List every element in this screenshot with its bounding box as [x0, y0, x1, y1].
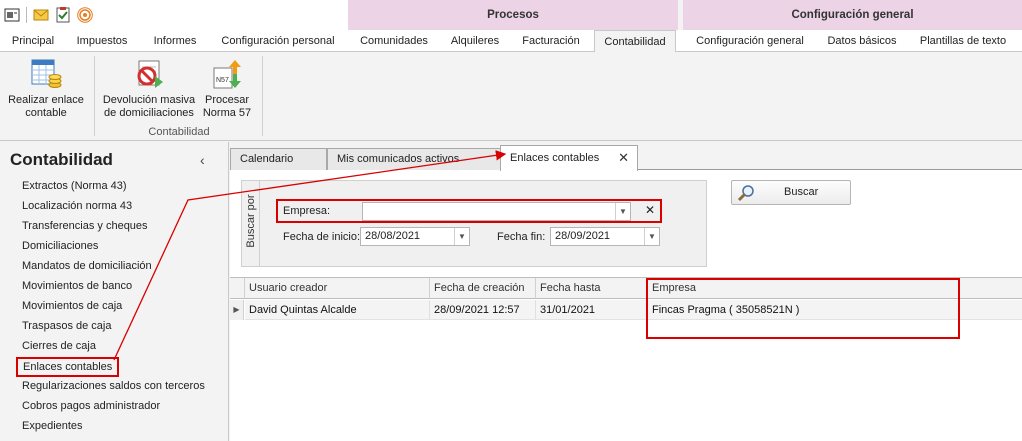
devolucion-masiva-button[interactable]: Devolución masiva de domiciliaciones	[100, 58, 198, 120]
devolucion-label-line2: de domiciliaciones	[104, 107, 194, 119]
column-header-fecha-hasta[interactable]: Fecha hasta	[536, 278, 648, 299]
buscar-button-label: Buscar	[784, 186, 819, 198]
nav-item-domiciliaciones[interactable]: Domiciliaciones	[22, 239, 98, 253]
ribbon-group-label: Contabilidad	[148, 126, 210, 138]
realizar-enlace-contable-button[interactable]: Realizar enlace contable	[4, 58, 88, 120]
empresa-column-highlight-box	[646, 278, 960, 339]
nav-title: Contabilidad	[10, 150, 113, 169]
nav-item-regularizaciones[interactable]: Regularizaciones saldos con terceros	[22, 379, 205, 393]
checklist-icon[interactable]	[55, 7, 71, 23]
group-band-configuracion: Configuración general	[683, 0, 1022, 30]
tab-configuracion-general[interactable]: Configuración general	[691, 30, 809, 52]
cell-fecha-hasta[interactable]: 31/01/2021	[536, 300, 648, 320]
n57-arrows-icon: N57	[211, 58, 243, 90]
cell-usuario[interactable]: David Quintas Alcalde	[245, 300, 430, 320]
mail-icon[interactable]	[33, 7, 49, 23]
column-header-usuario[interactable]: Usuario creador	[245, 278, 430, 299]
close-icon[interactable]: ✕	[618, 146, 629, 170]
doc-tab-calendario[interactable]: Calendario	[230, 148, 327, 170]
document-area: Calendario Mis comunicados activos Enlac…	[230, 142, 1022, 441]
realizar-enlace-label-line1: Realizar enlace	[8, 94, 84, 106]
nav-item-cobros-pagos[interactable]: Cobros pagos administrador	[22, 399, 160, 413]
ribbon-divider	[94, 56, 95, 136]
nav-item-cierres-caja[interactable]: Cierres de caja	[22, 339, 96, 353]
tab-impuestos[interactable]: Impuestos	[70, 30, 134, 52]
toolbar-separator	[26, 7, 27, 23]
devolucion-label-line1: Devolución masiva	[102, 94, 196, 106]
broadcast-icon[interactable]	[77, 7, 93, 23]
fecha-fin-date-picker[interactable]: 28/09/2021 ▼	[550, 227, 660, 246]
magnifier-icon	[737, 185, 754, 202]
doc-tab-enlaces-label: Enlaces contables	[510, 152, 600, 164]
nav-item-transferencias[interactable]: Transferencias y cheques	[22, 219, 148, 233]
nav-item-traspasos-caja[interactable]: Traspasos de caja	[22, 319, 111, 333]
fecha-inicio-value: 28/08/2021	[365, 230, 421, 242]
empresa-combo[interactable]: ▼	[362, 202, 631, 221]
fecha-inicio-label: Fecha de inicio:	[283, 231, 361, 243]
procesar-norma-57-button[interactable]: N57 Procesar Norma 57	[200, 58, 254, 120]
tab-configuracion-personal[interactable]: Configuración personal	[217, 30, 339, 52]
nav-item-mandatos[interactable]: Mandatos de domiciliación	[22, 259, 152, 273]
grid-corner	[230, 278, 245, 299]
procesar-label-line2: Norma 57	[202, 107, 252, 119]
tab-contabilidad[interactable]: Contabilidad	[594, 30, 676, 53]
ribbon-tab-row: Principal Impuestos Informes Configuraci…	[0, 30, 1022, 82]
column-header-fecha-creacion[interactable]: Fecha de creación	[430, 278, 536, 299]
n57-badge-text: N57	[216, 77, 229, 84]
nav-item-extractos[interactable]: Extractos (Norma 43)	[22, 179, 127, 193]
group-band-procesos: Procesos	[348, 0, 678, 30]
collapse-chevron-icon[interactable]: ‹	[200, 152, 205, 168]
ribbon-panel: Realizar enlace contable Devolución masi…	[0, 52, 1022, 141]
buscar-por-text: Buscar por	[245, 194, 257, 248]
search-panel: Buscar por Empresa: ▼ ✕ Fecha de inicio:…	[241, 180, 707, 267]
left-nav-panel: Contabilidad ‹ Extractos (Norma 43) Loca…	[0, 142, 229, 441]
nav-item-localizacion-norma-43[interactable]: Localización norma 43	[22, 199, 132, 213]
chevron-down-icon[interactable]: ▼	[454, 228, 469, 245]
realizar-enlace-label-line2: contable	[25, 107, 67, 119]
nav-item-enlaces-contables[interactable]: Enlaces contables	[16, 357, 120, 377]
row-indicator-icon[interactable]: ▶	[230, 300, 244, 320]
cell-fecha-creacion[interactable]: 28/09/2021 12:57	[430, 300, 536, 320]
nav-item-movimientos-banco[interactable]: Movimientos de banco	[22, 279, 132, 293]
tab-facturacion[interactable]: Facturación	[515, 30, 587, 52]
clear-empresa-icon[interactable]: ✕	[645, 203, 655, 217]
tab-datos-basicos[interactable]: Datos básicos	[822, 30, 902, 52]
no-entry-document-icon	[133, 58, 165, 90]
tab-comunidades[interactable]: Comunidades	[356, 30, 432, 52]
document-tab-strip: Calendario Mis comunicados activos Enlac…	[230, 142, 1022, 171]
procesar-label-line1: Procesar	[204, 94, 250, 106]
fecha-fin-label: Fecha fin:	[497, 231, 546, 243]
results-grid: Usuario creador Fecha de creación Fecha …	[230, 277, 1022, 441]
tab-informes[interactable]: Informes	[145, 30, 205, 52]
chevron-down-icon[interactable]: ▼	[615, 203, 630, 220]
tab-plantillas-de-texto[interactable]: Plantillas de texto	[912, 30, 1014, 52]
fecha-fin-value: 28/09/2021	[555, 230, 611, 242]
app-icon[interactable]	[4, 7, 20, 23]
empresa-label: Empresa:	[283, 205, 331, 217]
buscar-por-group-label: Buscar por	[242, 181, 260, 266]
fecha-inicio-date-picker[interactable]: 28/08/2021 ▼	[360, 227, 470, 246]
doc-tab-mis-comunicados[interactable]: Mis comunicados activos	[327, 148, 502, 170]
chevron-down-icon[interactable]: ▼	[644, 228, 659, 245]
spreadsheet-coins-icon	[30, 58, 62, 90]
doc-tab-enlaces-contables[interactable]: Enlaces contables ✕	[500, 145, 638, 171]
nav-item-expedientes[interactable]: Expedientes	[22, 419, 83, 433]
ribbon-divider	[262, 56, 263, 136]
tab-alquileres[interactable]: Alquileres	[444, 30, 506, 52]
nav-item-movimientos-caja[interactable]: Movimientos de caja	[22, 299, 122, 313]
tab-principal[interactable]: Principal	[4, 30, 62, 52]
buscar-button[interactable]: Buscar	[731, 180, 851, 205]
quick-access-toolbar	[0, 0, 348, 30]
